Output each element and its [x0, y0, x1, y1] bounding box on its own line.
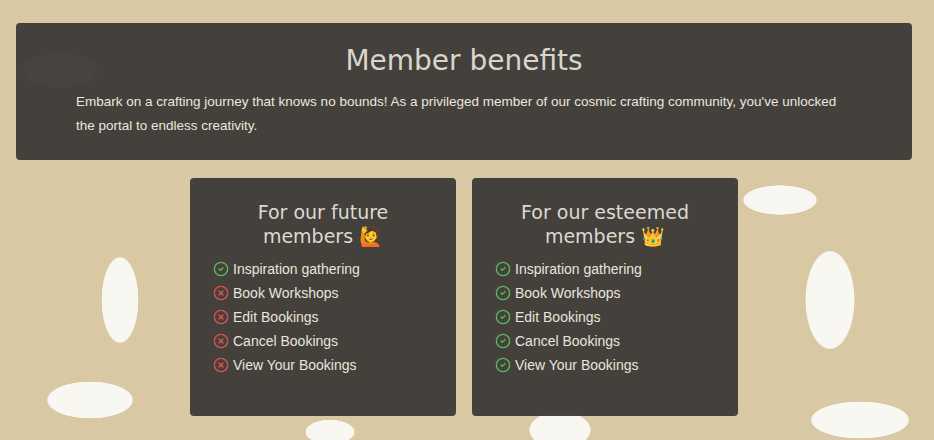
- x-circle-icon: [213, 357, 229, 373]
- benefit-item: Cancel Bookings: [495, 329, 718, 353]
- card-title: For our future members 🙋: [228, 200, 418, 248]
- x-circle-icon: [213, 285, 229, 301]
- benefit-label: Cancel Bookings: [233, 333, 338, 349]
- check-circle-icon: [213, 261, 229, 277]
- card-row: For our future members 🙋 Inspiration gath…: [16, 178, 912, 416]
- benefits-header: Member benefits Embark on a crafting jour…: [16, 23, 912, 160]
- benefit-item: Edit Bookings: [213, 305, 436, 329]
- benefit-label: Inspiration gathering: [233, 261, 360, 277]
- benefit-card: For our future members 🙋 Inspiration gath…: [190, 178, 456, 416]
- x-circle-icon: [213, 357, 229, 373]
- benefit-list: Inspiration gathering Book Workshops Edit …: [492, 257, 718, 377]
- check-circle-icon: [495, 309, 511, 325]
- benefit-item: Inspiration gathering: [213, 257, 436, 281]
- benefit-item: Inspiration gathering: [495, 257, 718, 281]
- benefit-item: Cancel Bookings: [213, 329, 436, 353]
- x-circle-icon: [213, 309, 229, 325]
- benefit-label: Book Workshops: [515, 285, 621, 301]
- x-circle-icon: [213, 333, 229, 349]
- benefit-item: Edit Bookings: [495, 305, 718, 329]
- benefit-label: Book Workshops: [233, 285, 339, 301]
- benefit-list: Inspiration gathering Book Workshops Edit …: [210, 257, 436, 377]
- benefit-label: Inspiration gathering: [515, 261, 642, 277]
- page: Member benefits Embark on a crafting jour…: [0, 0, 934, 440]
- check-circle-icon: [213, 261, 229, 277]
- benefit-item: Book Workshops: [495, 281, 718, 305]
- benefit-label: View Your Bookings: [515, 357, 639, 373]
- benefit-label: Edit Bookings: [515, 309, 601, 325]
- card-title: For our esteemed members 👑: [510, 200, 700, 248]
- check-circle-icon: [495, 261, 511, 277]
- benefit-label: View Your Bookings: [233, 357, 357, 373]
- benefit-label: Edit Bookings: [233, 309, 319, 325]
- x-circle-icon: [213, 309, 229, 325]
- check-circle-icon: [495, 309, 511, 325]
- x-circle-icon: [213, 333, 229, 349]
- check-circle-icon: [495, 261, 511, 277]
- x-circle-icon: [213, 285, 229, 301]
- header-description: Embark on a crafting journey that knows …: [76, 90, 852, 138]
- benefit-item: View Your Bookings: [213, 353, 436, 377]
- check-circle-icon: [495, 333, 511, 349]
- check-circle-icon: [495, 357, 511, 373]
- benefit-card: For our esteemed members 👑 Inspiration ga…: [472, 178, 738, 416]
- check-circle-icon: [495, 285, 511, 301]
- benefit-item: View Your Bookings: [495, 353, 718, 377]
- header-title: Member benefits: [76, 41, 852, 81]
- check-circle-icon: [495, 357, 511, 373]
- benefit-item: Book Workshops: [213, 281, 436, 305]
- benefit-label: Cancel Bookings: [515, 333, 620, 349]
- check-circle-icon: [495, 333, 511, 349]
- check-circle-icon: [495, 285, 511, 301]
